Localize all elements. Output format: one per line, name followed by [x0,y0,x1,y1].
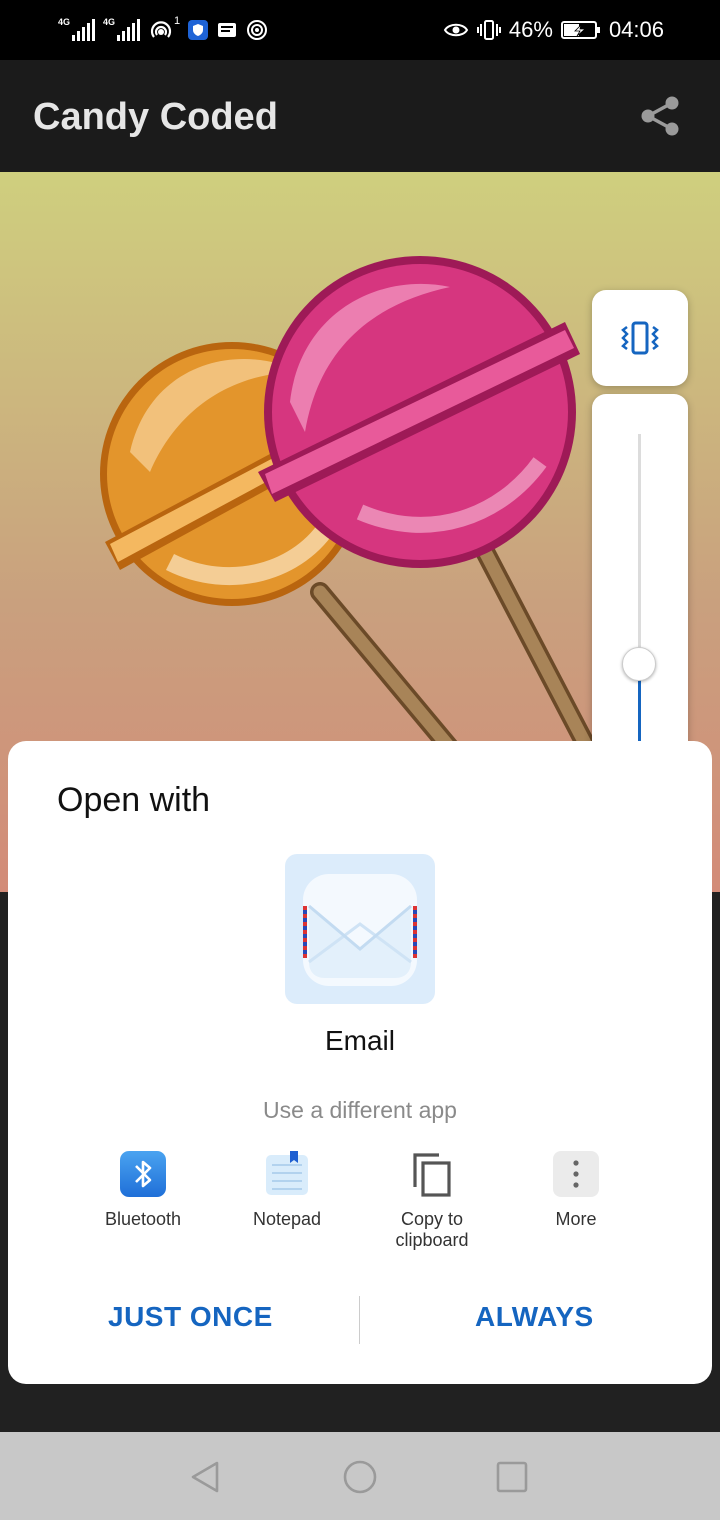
hotspot-icon [150,21,172,38]
email-app-button[interactable] [285,854,435,1004]
navigation-bar [0,1432,720,1520]
default-app-name: Email [324,1025,395,1056]
app-bar: Candy Coded [0,60,720,172]
battery-icon [560,21,600,39]
cell-signal-icon: 4G [103,17,140,41]
shield-app-icon [188,20,209,40]
share-option-notepad[interactable]: Notepad [217,1151,357,1230]
email-icon [303,874,417,986]
open-with-sheet: Open with Email Use a different app Blue [8,741,712,1384]
eye-comfort-icon [443,23,469,37]
actions-divider [359,1296,360,1344]
status-bar: 4G 4G 1 46% 04:06 [0,0,720,60]
radio-icon [247,20,268,40]
volume-slider-thumb[interactable] [622,647,656,681]
signal-label: 4G [103,17,116,27]
more-icon [553,1151,599,1197]
clock: 04:06 [608,17,664,42]
app-title: Candy Coded [33,96,278,138]
share-option-copy[interactable]: Copy to clipboard [362,1151,502,1251]
status-bar-left: 4G 4G 1 [58,12,268,48]
share-icon[interactable] [636,92,684,140]
share-option-more[interactable]: More [506,1151,646,1230]
battery-percent: 46% [508,17,553,42]
sheet-actions: JUST ONCE ALWAYS [8,1289,712,1349]
volume-slider-track[interactable] [638,434,641,754]
cell-signal-icon: 4G [58,17,95,41]
copy-icon [409,1151,455,1197]
always-button[interactable]: ALWAYS [475,1301,594,1333]
share-option-label: Bluetooth [104,1209,182,1229]
recents-icon[interactable] [494,1459,530,1495]
sheet-title: Open with [57,781,211,819]
notepad-icon [264,1151,310,1197]
share-option-label: Notepad [252,1209,322,1229]
screen: 4G 4G 1 46% 04:06 Candy Coded Open with … [0,0,720,1520]
back-icon[interactable] [187,1459,223,1495]
status-bar-right: 46% 04:06 [443,12,664,48]
vibrate-icon [621,321,659,355]
share-option-bluetooth[interactable]: Bluetooth [73,1151,213,1230]
share-option-label: Copy to clipboard [395,1209,469,1250]
use-different-app-label: Use a different app [263,1097,457,1123]
signal-label: 4G [58,17,71,27]
bluetooth-icon [120,1151,166,1197]
just-once-button[interactable]: JUST ONCE [108,1301,273,1333]
message-icon [218,23,237,37]
notification-count: 1 [174,15,181,27]
vibrate-status-icon [476,20,501,40]
share-option-label: More [555,1209,597,1229]
home-icon[interactable] [342,1459,378,1495]
vibrate-mode-button[interactable] [592,290,688,386]
